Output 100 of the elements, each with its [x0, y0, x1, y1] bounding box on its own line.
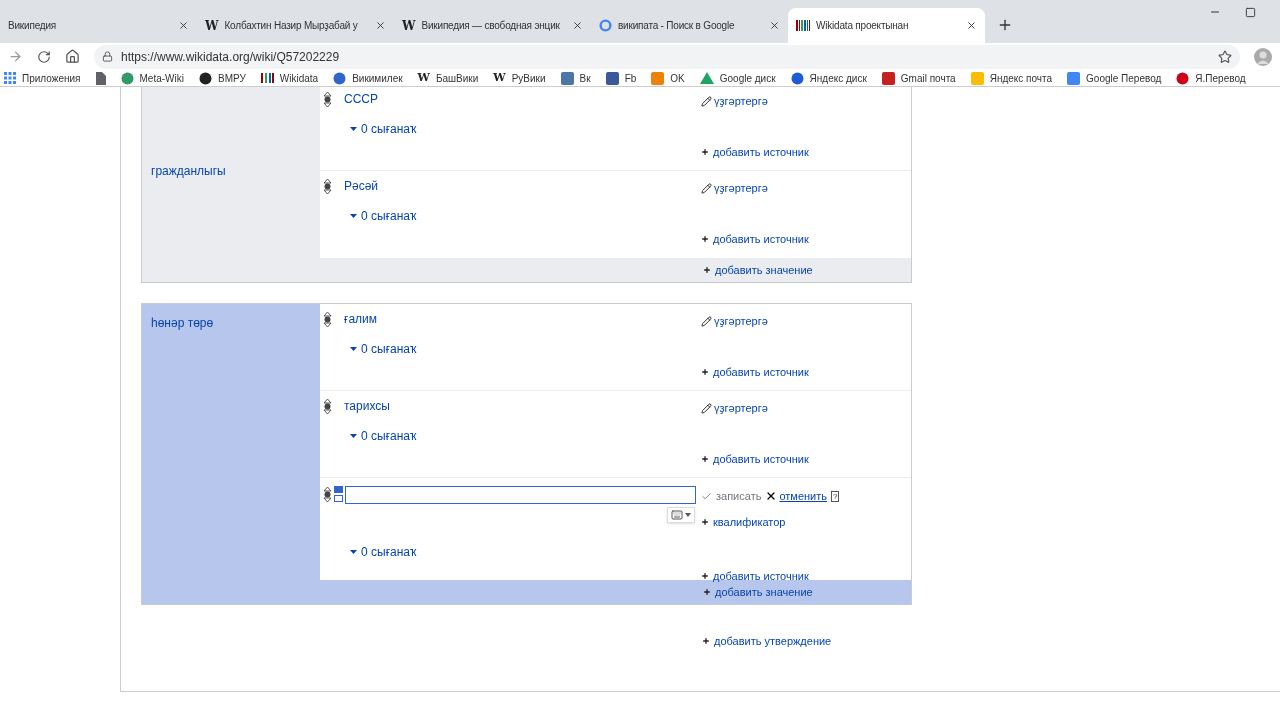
help-badge[interactable]: ? [831, 490, 840, 502]
add-statement-link[interactable]: добавить утверждение [702, 633, 1280, 650]
close-icon[interactable] [572, 20, 583, 31]
edit-link[interactable]: үҙгәртергә [701, 93, 911, 110]
plus-icon [701, 572, 709, 581]
rank-selector-icon[interactable] [323, 310, 332, 328]
browser-tab[interactable]: Википедия [0, 8, 197, 43]
tab-title: Википедия [8, 19, 57, 33]
tab-title: Википедия — свободная энцик [421, 19, 561, 33]
address-bar[interactable]: https://www.wikidata.org/wiki/Q57202229 [94, 44, 1240, 69]
property-link[interactable]: һөнәр төрө [151, 314, 214, 332]
plus-icon [701, 147, 709, 156]
add-reference-link[interactable]: добавить источник [701, 230, 911, 247]
bookmark-link[interactable]: Gmail почта [900, 70, 956, 86]
close-icon[interactable] [178, 20, 189, 31]
plus-icon [701, 454, 709, 463]
add-reference-link[interactable]: добавить источник [701, 143, 911, 160]
edit-link[interactable]: үҙгәртергә [701, 400, 911, 417]
new-tab-icon[interactable] [997, 17, 1013, 33]
wiki-letter-icon: W [205, 16, 219, 35]
value-link[interactable]: СССР [344, 90, 378, 108]
bookmark-link[interactable]: Wikidata [279, 70, 319, 86]
references-toggle[interactable]: 0 сығанаҡ [350, 120, 417, 138]
forward-icon[interactable] [8, 49, 23, 64]
wiki-letter-icon: W [493, 69, 506, 87]
rank-selector-icon[interactable] [323, 397, 332, 415]
bookmark-link[interactable]: Яндекс почта [989, 70, 1053, 86]
url-text: https://www.wikidata.org/wiki/Q57202229 [121, 48, 341, 66]
references-toggle[interactable]: 0 сығанаҡ [350, 340, 417, 358]
bookmark-link[interactable]: Яндекс диск [809, 70, 867, 86]
bookmark-link[interactable]: БашВики [435, 70, 479, 86]
rank-selector-icon[interactable] [323, 90, 332, 108]
barcode-icon [796, 20, 810, 31]
property-link[interactable]: гражданлыгы [151, 162, 226, 180]
plus-icon [702, 637, 710, 646]
references-toggle[interactable]: 0 сығанаҡ [350, 207, 417, 225]
cancel-link[interactable]: отменить [765, 488, 827, 505]
caret-icon [350, 214, 357, 218]
value-link[interactable]: Рәсәй [344, 177, 379, 195]
save-button[interactable]: записать [701, 488, 762, 505]
rank-selector-icon[interactable] [323, 486, 332, 503]
caret-icon [685, 513, 691, 517]
edit-link[interactable]: үҙгәртергә [701, 313, 911, 330]
pencil-icon [701, 95, 712, 107]
tab-title: википата - Поиск в Google [618, 19, 736, 33]
check-icon [701, 490, 712, 502]
caret-icon [350, 127, 357, 131]
maximize-icon[interactable] [1245, 6, 1256, 18]
bookmark-link[interactable]: Google диск [719, 70, 776, 86]
keyboard-icon [671, 509, 683, 521]
browser-tab[interactable]: Wikidata проектынан [788, 8, 985, 43]
bookmark-link[interactable]: Meta-Wiki [139, 70, 184, 86]
reload-icon[interactable] [37, 49, 51, 64]
plus-icon [701, 517, 709, 526]
close-icon[interactable] [375, 20, 386, 31]
close-icon[interactable] [769, 20, 780, 31]
edit-link[interactable]: үҙгәртергә [701, 180, 911, 197]
pencil-icon [701, 402, 712, 414]
wiki-letter-icon: W [402, 16, 416, 35]
bookmark-link[interactable]: Вк [579, 70, 591, 86]
caret-icon [350, 550, 357, 554]
bookmark-link[interactable]: Викимилек [352, 70, 403, 86]
bookmark-link[interactable]: ВМРУ [217, 70, 246, 86]
bookmark-link[interactable]: Приложения [22, 70, 81, 86]
bookmark-link[interactable]: Я.Перевод [1195, 70, 1246, 86]
plus-icon [703, 588, 711, 596]
add-qualifier-link[interactable]: квалификатор [701, 513, 911, 530]
value-input-field[interactable] [345, 486, 696, 504]
rank-selector-icon[interactable] [323, 177, 332, 195]
add-reference-link[interactable]: добавить источник [701, 450, 911, 467]
plus-icon [703, 266, 711, 274]
add-value-link[interactable]: добавить значение [703, 583, 813, 601]
bookmark-link[interactable]: Fb [624, 70, 637, 86]
bookmark-link[interactable]: РуВики [511, 70, 546, 86]
snak-type-icon[interactable] [334, 486, 343, 503]
ring-logo-icon [599, 19, 612, 32]
add-reference-link[interactable]: добавить источник [701, 363, 911, 380]
bookmark-link[interactable]: Google Перевод [1086, 70, 1162, 86]
add-reference-link[interactable]: добавить источник [701, 568, 911, 585]
value-link[interactable]: тарихсы [344, 397, 390, 415]
tab-title: Колбахтин Назир Мырҙабай у [224, 19, 359, 33]
pencil-icon [701, 315, 712, 327]
bookmark-link[interactable]: OK [670, 70, 685, 86]
pencil-icon [701, 182, 712, 194]
browser-tab[interactable]: W Колбахтин Назир Мырҙабай у [197, 8, 394, 43]
references-toggle[interactable]: 0 сығанаҡ [350, 543, 417, 561]
caret-icon [350, 347, 357, 351]
keyboard-menu-button[interactable] [667, 507, 695, 523]
browser-tab[interactable]: W Википедия — свободная энцик [394, 8, 591, 43]
add-value-link[interactable]: добавить значение [703, 261, 813, 279]
plus-icon [701, 234, 709, 243]
home-icon[interactable] [65, 49, 80, 64]
value-link[interactable]: ғалим [344, 310, 377, 328]
bookmark-star-icon[interactable] [1218, 49, 1232, 64]
tab-title: Wikidata проектынан [816, 19, 910, 33]
references-toggle[interactable]: 0 сығанаҡ [350, 427, 417, 445]
caret-icon [350, 434, 357, 438]
close-icon[interactable] [966, 20, 977, 31]
lock-icon [102, 51, 113, 62]
browser-tab[interactable]: википата - Поиск в Google [591, 8, 788, 43]
